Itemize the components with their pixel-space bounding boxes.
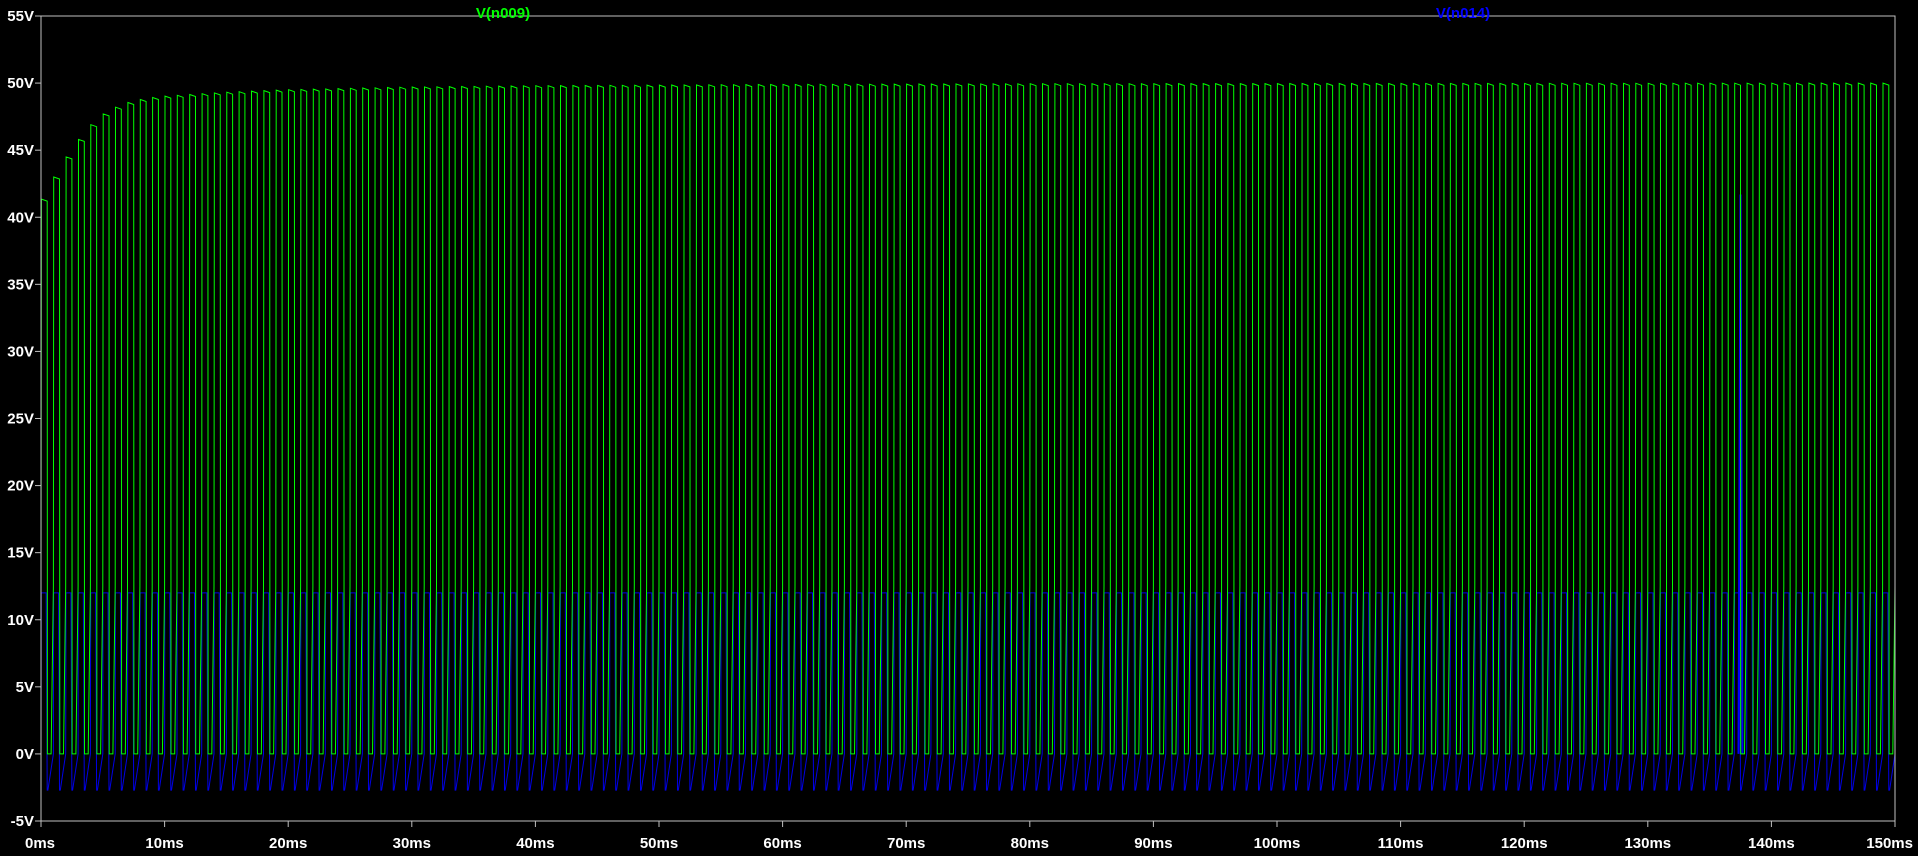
x-tick-label: 130ms xyxy=(1624,835,1671,852)
y-tick-label: 55V xyxy=(7,8,34,25)
x-tick-label: 30ms xyxy=(393,835,431,852)
waveform-plot[interactable]: 55V 50V 45V 40V 35V 30V 25V 20V 15V 10V 5V 0V -5V 0m… xyxy=(0,0,1918,856)
legend-entry: V(n014) xyxy=(1436,5,1490,22)
x-tick-label: 0ms xyxy=(25,835,55,852)
x-tick-label: 120ms xyxy=(1501,835,1548,852)
x-tick-label: 80ms xyxy=(1011,835,1049,852)
y-tick-label: 40V xyxy=(7,209,34,226)
y-tick-label: 50V xyxy=(7,75,34,92)
legend-entry: V(n009) xyxy=(476,5,530,22)
x-tick-label: 20ms xyxy=(269,835,307,852)
y-tick-label: 35V xyxy=(7,276,34,293)
series-layer xyxy=(40,82,1896,791)
x-tick-label: 140ms xyxy=(1748,835,1795,852)
x-tick-label: 150ms xyxy=(1866,835,1913,852)
x-tick-label: 40ms xyxy=(516,835,554,852)
y-tick-label: 45V xyxy=(7,142,34,159)
plot-canvas[interactable]: 55V 50V 45V 40V 35V 30V 25V 20V 15V 10V 5V 0V -5V 0m… xyxy=(0,0,1918,856)
x-tick-label: 100ms xyxy=(1254,835,1301,852)
y-tick-label: 10V xyxy=(7,612,34,629)
y-tick-label: 0V xyxy=(16,746,34,763)
y-tick-label: 20V xyxy=(7,478,34,495)
plot-background xyxy=(0,0,1918,856)
x-tick-label: 10ms xyxy=(145,835,183,852)
x-tick-label: 70ms xyxy=(887,835,925,852)
y-tick-label: -5V xyxy=(11,813,34,830)
x-tick-label: 110ms xyxy=(1378,835,1424,852)
y-tick-label: 30V xyxy=(7,343,34,360)
y-tick-label: 15V xyxy=(7,545,34,562)
x-tick-label: 60ms xyxy=(763,835,801,852)
x-tick-label: 50ms xyxy=(640,835,678,852)
y-tick-label: 25V xyxy=(7,411,34,428)
x-tick-label: 90ms xyxy=(1134,835,1172,852)
y-tick-label: 5V xyxy=(16,679,34,696)
